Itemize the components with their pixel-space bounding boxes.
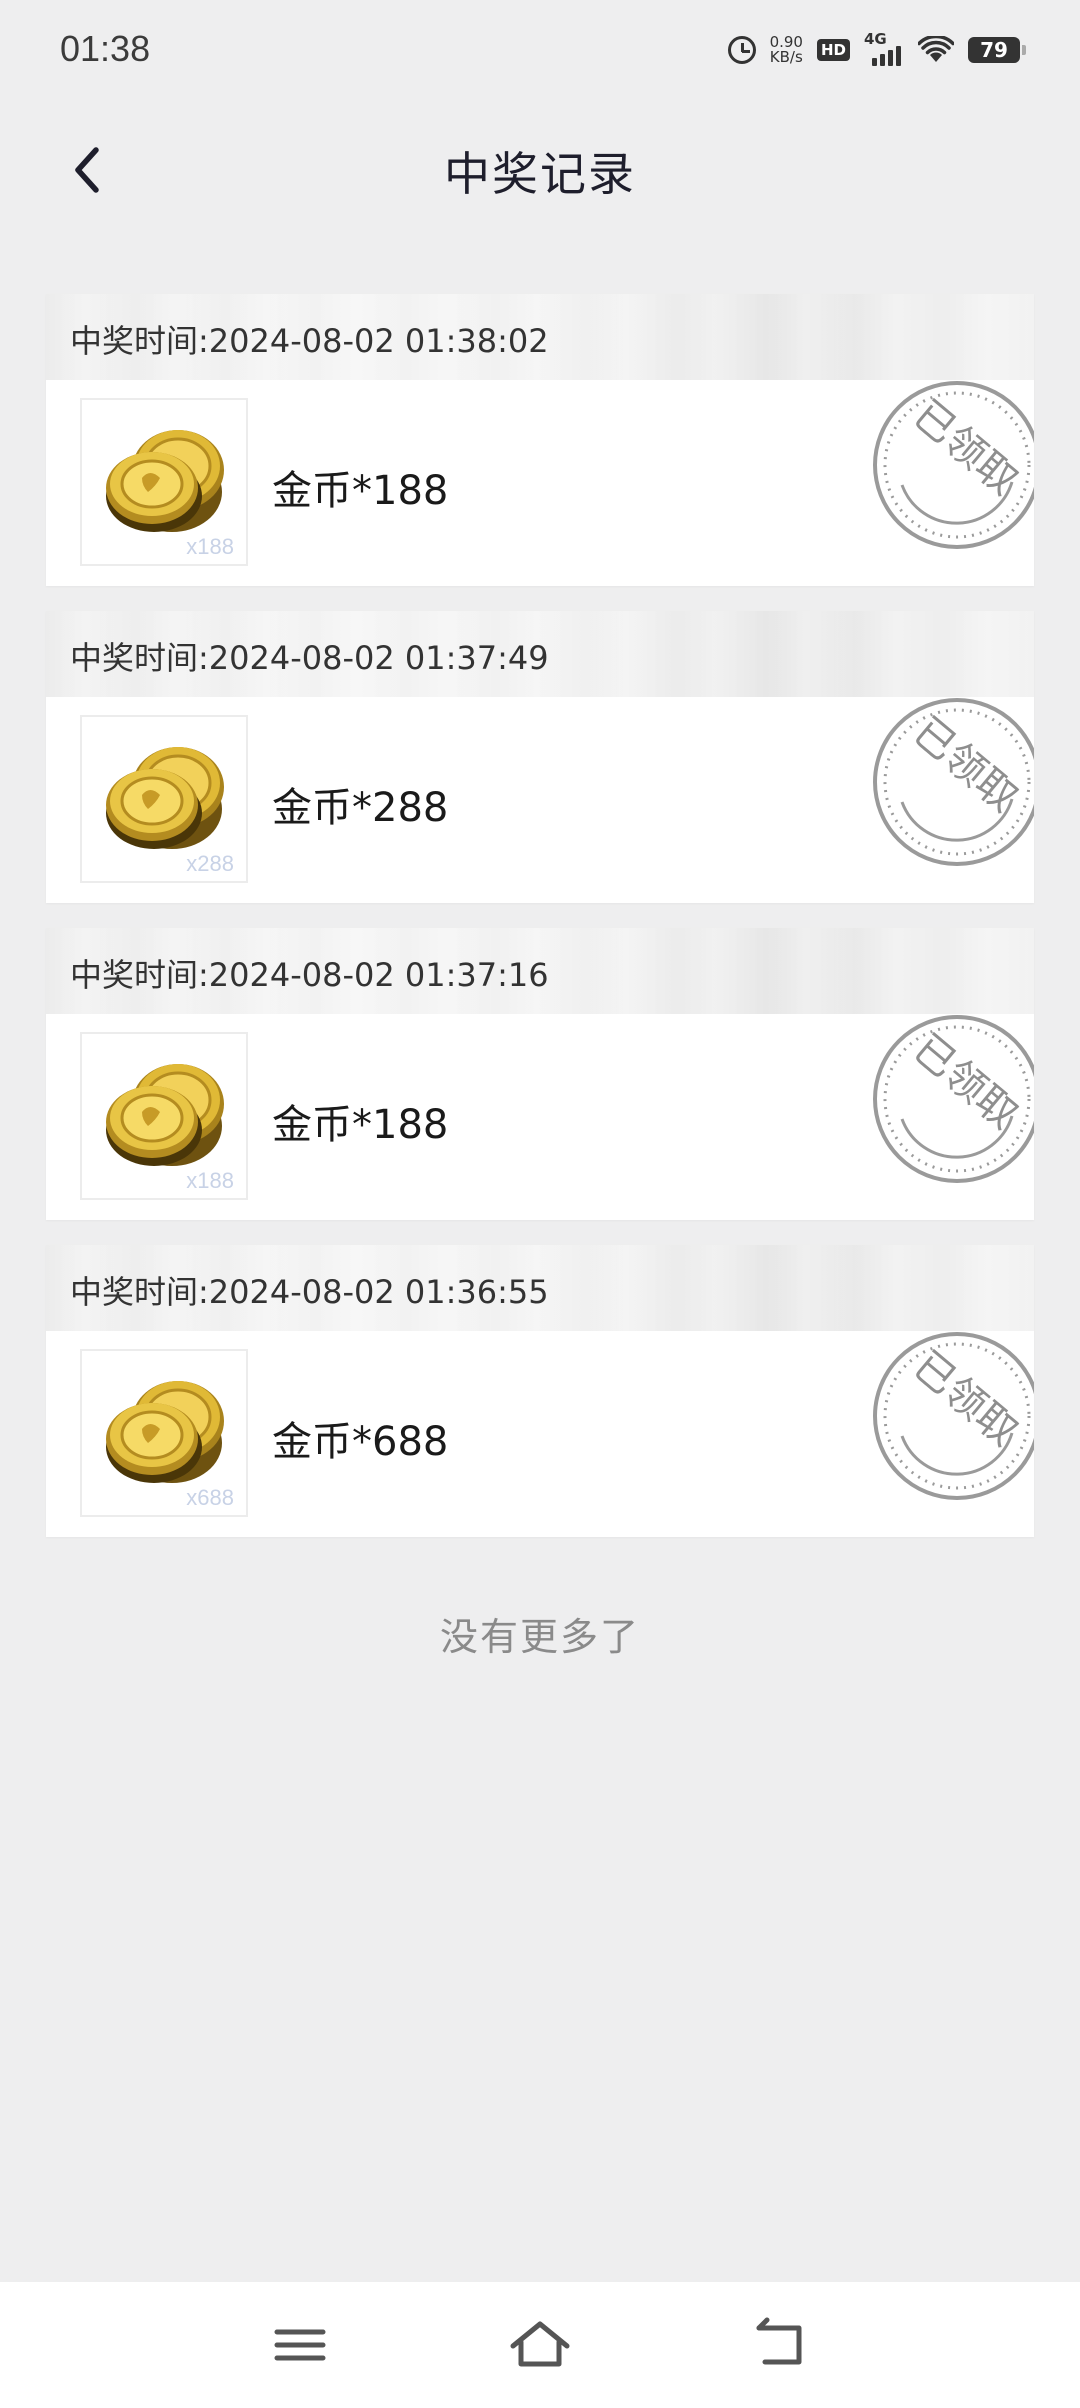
- record-body: x688 金币*688 已领取: [46, 1331, 1034, 1537]
- stamp-text: 已领取: [905, 1343, 1026, 1455]
- record-time: 中奖时间:2024-08-02 01:38:02: [70, 322, 549, 360]
- record-time: 中奖时间:2024-08-02 01:36:55: [70, 1273, 549, 1311]
- record-card: 中奖时间:2024-08-02 01:37:49 x288 金币*288 已领取: [46, 611, 1034, 903]
- home-icon: [510, 2321, 570, 2367]
- coin-thumbnail: x288: [80, 715, 248, 883]
- claimed-stamp: 已领取: [862, 370, 1034, 560]
- coin-thumbnail: x188: [80, 1032, 248, 1200]
- record-header: 中奖时间:2024-08-02 01:37:16: [46, 928, 1034, 1014]
- record-list: 中奖时间:2024-08-02 01:38:02 x188 金币*188 已领取…: [46, 294, 1034, 1562]
- cellular-signal-icon: 4G: [864, 30, 904, 68]
- coin-quantity-label: x288: [186, 851, 234, 876]
- record-card: 中奖时间:2024-08-02 01:38:02 x188 金币*188 已领取: [46, 294, 1034, 586]
- record-body: x288 金币*288 已领取: [46, 697, 1034, 903]
- page-title: 中奖记录: [444, 147, 636, 201]
- no-more-label: 没有更多了: [439, 1615, 640, 1659]
- stamp-text: 已领取: [905, 709, 1026, 821]
- system-nav-bar: [0, 2282, 1080, 2408]
- menu-button[interactable]: [265, 2312, 335, 2378]
- status-time: 01:38: [60, 28, 151, 69]
- back-nav-button[interactable]: [745, 2312, 815, 2378]
- coin-quantity-label: x188: [186, 534, 234, 559]
- record-header: 中奖时间:2024-08-02 01:37:49: [46, 611, 1034, 697]
- stamp-text: 已领取: [905, 392, 1026, 504]
- record-time: 中奖时间:2024-08-02 01:37:16: [70, 956, 549, 994]
- reward-name: 金币*188: [272, 1102, 449, 1148]
- claimed-stamp: 已领取: [862, 687, 1034, 877]
- status-icons: 0.90 KB/s HD 4G 79: [727, 30, 1026, 70]
- record-body: x188 金币*188 已领取: [46, 1014, 1034, 1220]
- wifi-icon: [918, 36, 954, 64]
- record-card: 中奖时间:2024-08-02 01:37:16 x188 金币*188 已领取: [46, 928, 1034, 1220]
- coin-quantity-label: x688: [186, 1485, 234, 1510]
- alarm-icon: [727, 36, 756, 64]
- home-button[interactable]: [505, 2312, 575, 2378]
- network-speed-unit: KB/s: [769, 48, 803, 66]
- claimed-stamp: 已领取: [862, 1321, 1034, 1511]
- hd-icon: HD: [816, 39, 850, 61]
- network-speed: 0.90 KB/s: [770, 35, 803, 65]
- record-header: 中奖时间:2024-08-02 01:38:02: [46, 294, 1034, 380]
- record-time: 中奖时间:2024-08-02 01:37:49: [70, 639, 549, 677]
- coin-quantity-label: x188: [186, 1168, 234, 1193]
- reward-name: 金币*288: [272, 785, 449, 831]
- status-bar: 01:38 0.90 KB/s HD 4G 79: [0, 0, 1080, 100]
- battery-icon: 79: [968, 37, 1026, 63]
- coin-thumbnail: x188: [80, 398, 248, 566]
- record-card: 中奖时间:2024-08-02 01:36:55 x688 金币*688 已领取: [46, 1245, 1034, 1537]
- reward-name: 金币*188: [272, 468, 449, 514]
- coin-thumbnail: x688: [80, 1349, 248, 1517]
- back-icon: [756, 2317, 802, 2365]
- menu-icon: [274, 2329, 326, 2361]
- record-body: x188 金币*188 已领取: [46, 380, 1034, 586]
- record-header: 中奖时间:2024-08-02 01:36:55: [46, 1245, 1034, 1331]
- claimed-stamp: 已领取: [862, 1004, 1034, 1194]
- stamp-text: 已领取: [905, 1026, 1026, 1138]
- header: 中奖记录: [0, 120, 1080, 220]
- reward-name: 金币*688: [272, 1419, 449, 1465]
